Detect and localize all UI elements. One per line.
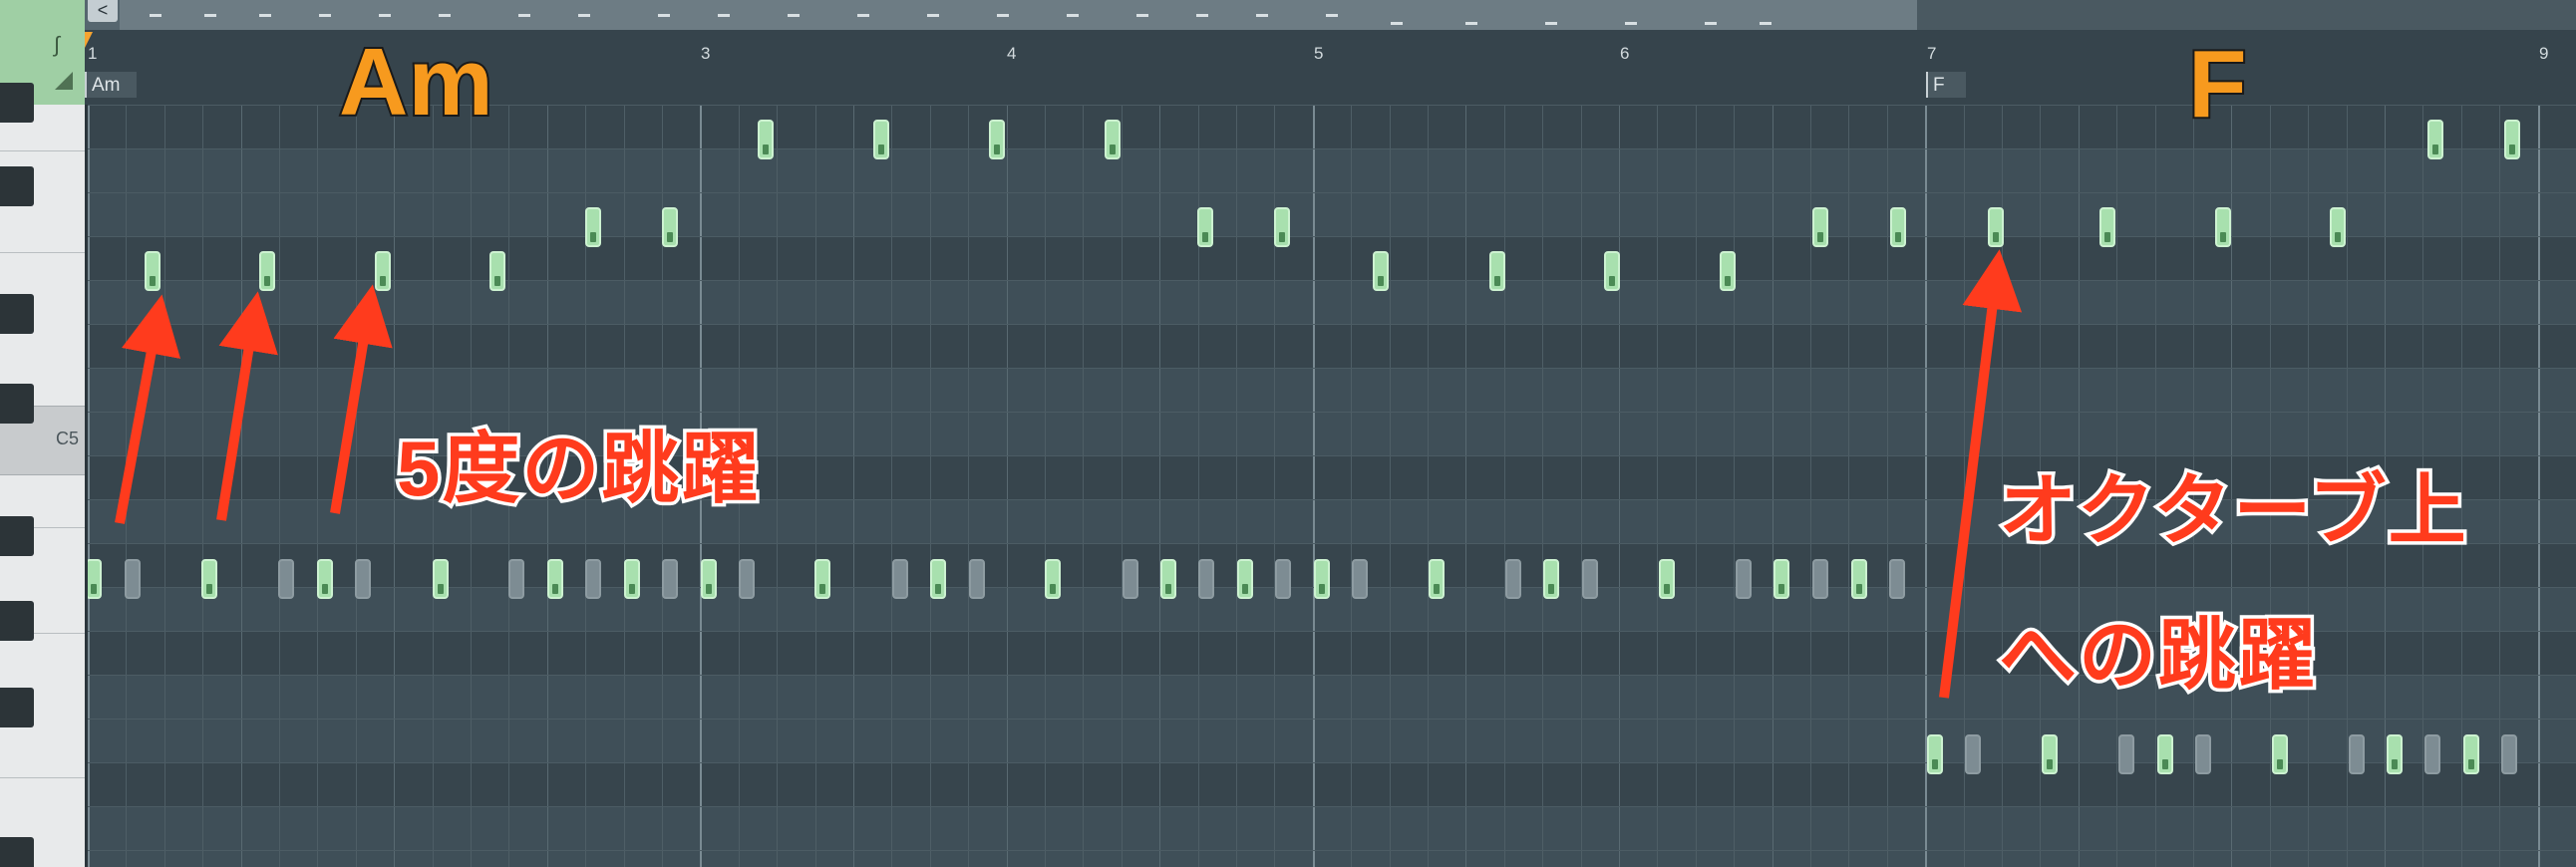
arrow-icon xyxy=(1939,249,2023,699)
arrow-icon xyxy=(115,294,181,524)
arrow-icon xyxy=(330,284,393,514)
annotation-arrows xyxy=(115,249,2023,699)
piano-roll-window: < ∫ 1 3 4 5 6 7 9 Am F C5 Am F 5度の跳躍 オクタ… xyxy=(0,0,2576,867)
arrow-icon xyxy=(216,291,278,521)
